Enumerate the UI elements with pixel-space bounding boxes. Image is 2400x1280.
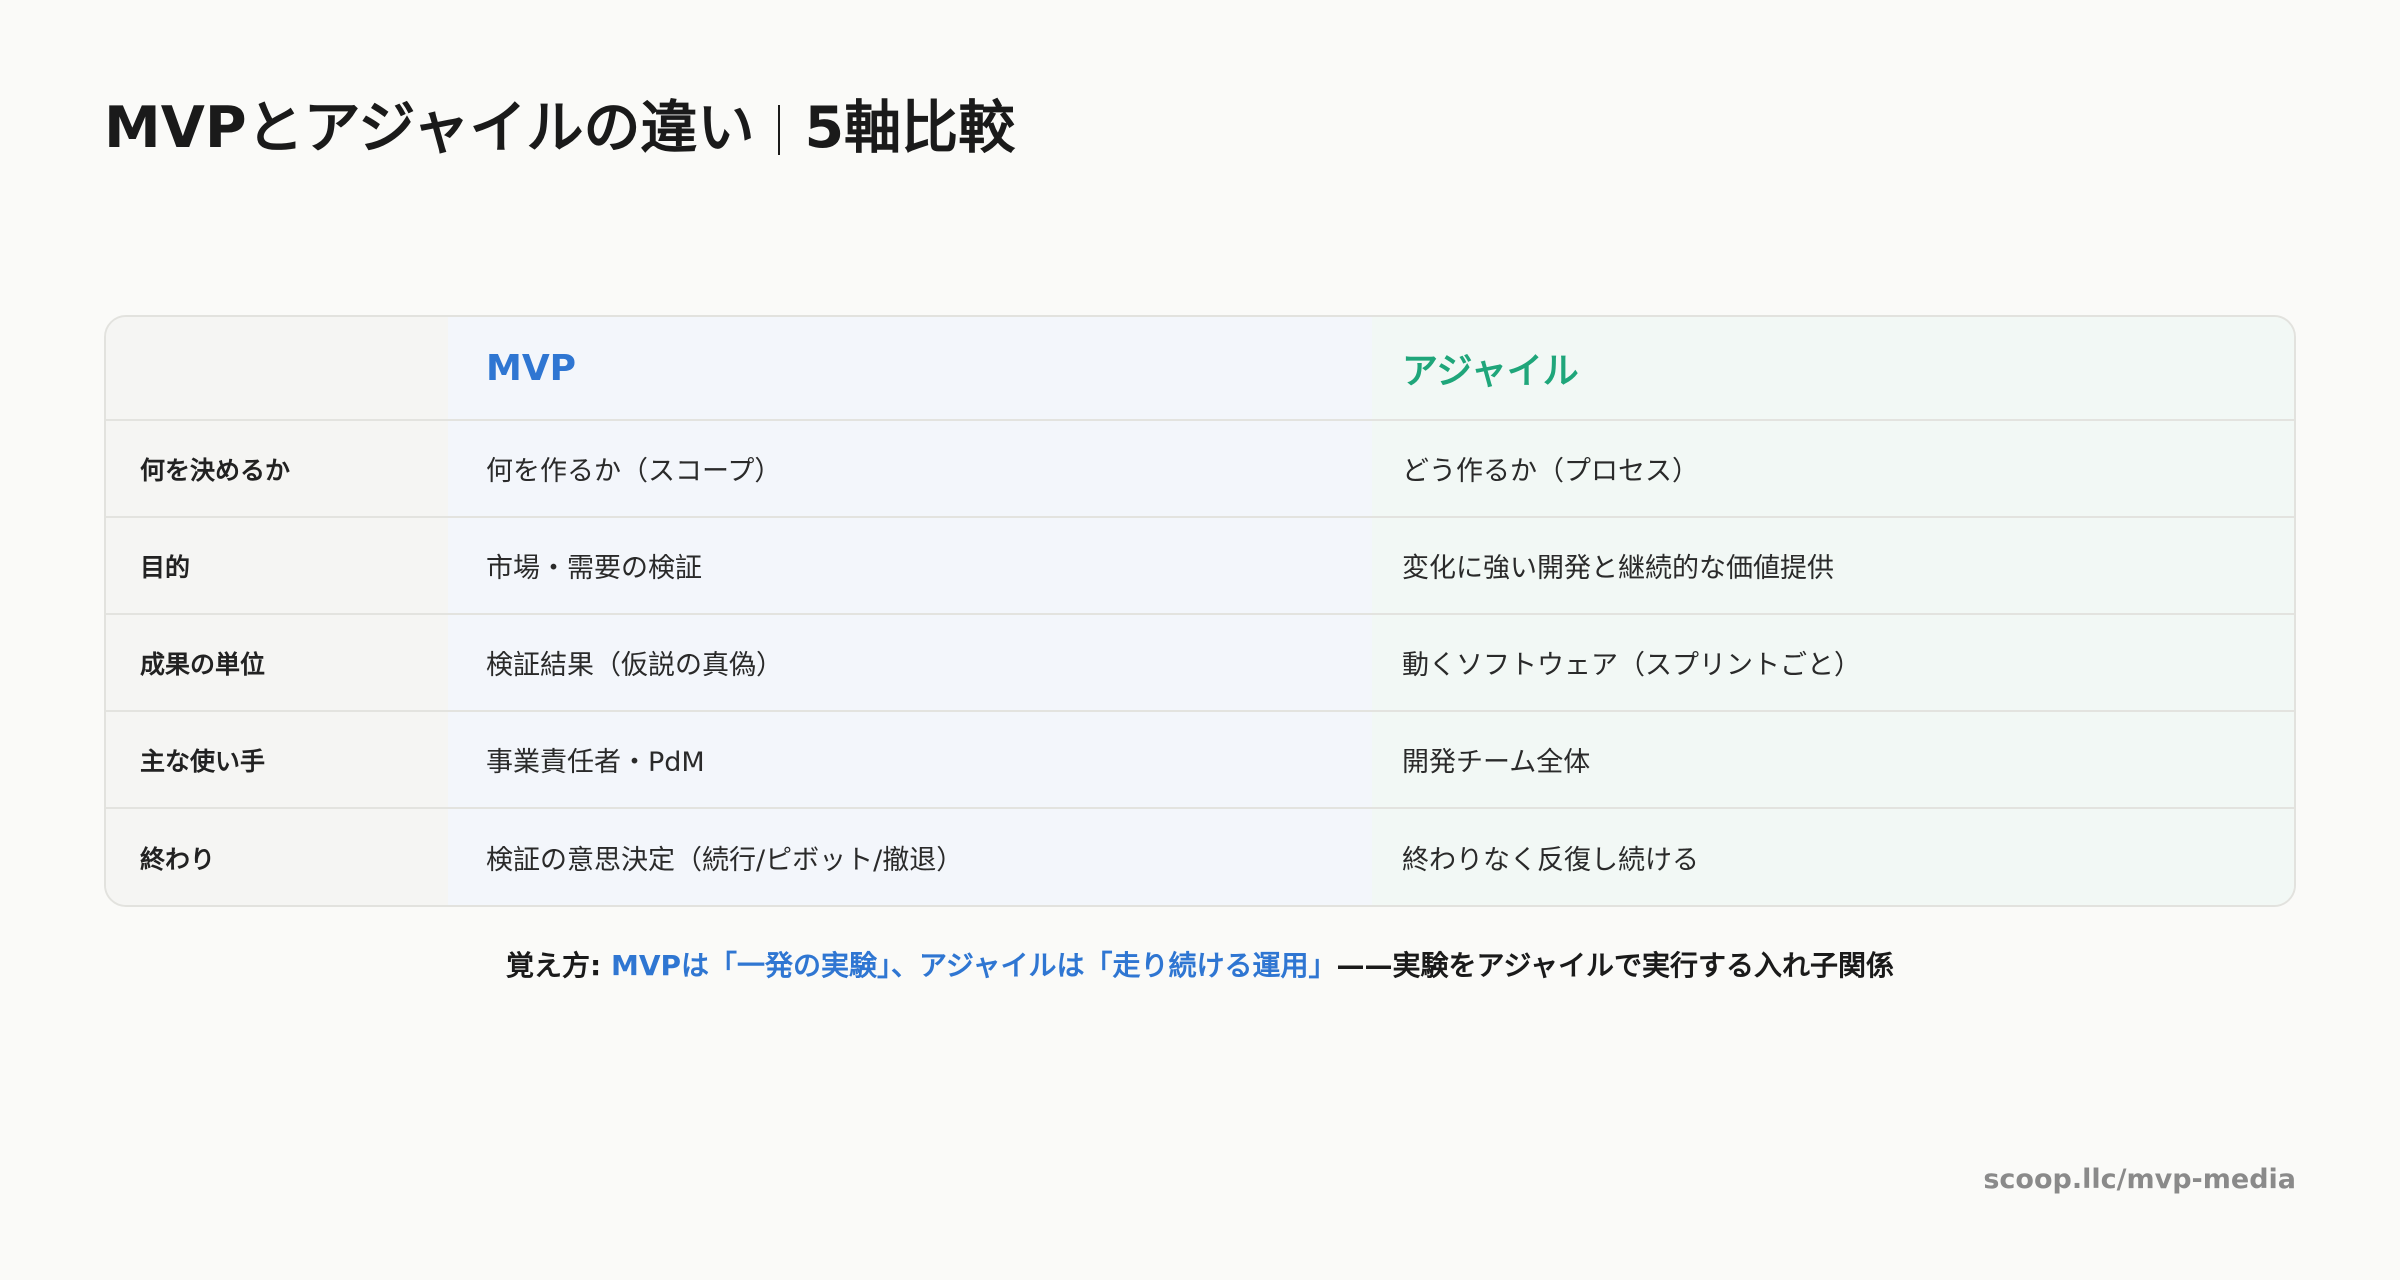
comparison-table: MVP アジャイル 何を決めるか 何を作るか（スコープ） どう作るか（プロセス）… <box>104 315 2296 907</box>
row-mvp-cell: 事業責任者・PdM <box>448 712 1372 809</box>
page-title: MVPとアジャイルの違い 5軸比較 <box>104 92 1015 164</box>
note-highlight: MVPは「一発の実験」、アジャイルは「走り続ける運用」 <box>610 949 1337 982</box>
row-agile-cell: 終わりなく反復し続ける <box>1372 809 2294 905</box>
row-agile-cell: 開発チーム全体 <box>1372 712 2294 809</box>
header-mvp: MVP <box>448 317 1372 421</box>
row-mvp-cell: 検証結果（仮説の真偽） <box>448 615 1372 712</box>
title-sub: 5軸比較 <box>804 95 1016 161</box>
row-label: 成果の単位 <box>106 615 448 712</box>
header-agile: アジャイル <box>1372 317 2294 421</box>
row-label: 主な使い手 <box>106 712 448 809</box>
row-mvp-cell: 検証の意思決定（続行/ピボット/撤退） <box>448 809 1372 905</box>
header-agile-label: アジャイル <box>1402 351 1579 392</box>
comparison-grid: MVP アジャイル 何を決めるか 何を作るか（スコープ） どう作るか（プロセス）… <box>106 317 2294 905</box>
mnemonic-note: 覚え方: MVPは「一発の実験」、アジャイルは「走り続ける運用」——実験をアジャ… <box>0 946 2400 986</box>
source-url: scoop.llc/mvp-media <box>1983 1164 2296 1195</box>
row-label: 何を決めるか <box>106 421 448 518</box>
header-mvp-label: MVP <box>486 347 577 389</box>
row-agile-cell: 変化に強い開発と継続的な価値提供 <box>1372 518 2294 615</box>
row-label: 終わり <box>106 809 448 905</box>
title-main: MVPとアジャイルの違い <box>104 95 755 161</box>
row-label: 目的 <box>106 518 448 615</box>
row-agile-cell: 動くソフトウェア（スプリントごと） <box>1372 615 2294 712</box>
row-mvp-cell: 何を作るか（スコープ） <box>448 421 1372 518</box>
header-corner <box>106 317 448 421</box>
note-lead: 覚え方: <box>506 949 611 982</box>
note-tail: ——実験をアジャイルで実行する入れ子関係 <box>1336 949 1894 982</box>
row-mvp-cell: 市場・需要の検証 <box>448 518 1372 615</box>
title-divider <box>778 105 781 155</box>
row-agile-cell: どう作るか（プロセス） <box>1372 421 2294 518</box>
